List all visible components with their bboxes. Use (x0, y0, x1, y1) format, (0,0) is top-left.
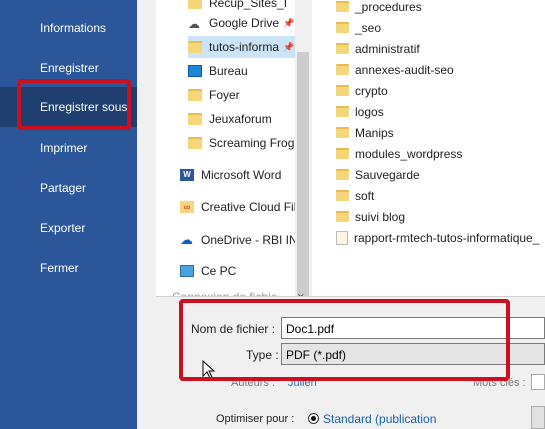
folder-icon (336, 22, 349, 33)
file-item-label: annexes-audit-seo (355, 62, 454, 77)
folder-icon (188, 0, 202, 9)
folder-icon (336, 127, 349, 138)
file-item[interactable]: crypto (336, 80, 388, 101)
menu-partager[interactable]: Partager (0, 168, 137, 208)
nav-item-jeuxaforum[interactable]: Jeuxaforum (188, 108, 295, 130)
nav-item-creative-cloud[interactable]: ∞ Creative Cloud Fil (180, 196, 295, 218)
folder-icon (336, 106, 349, 117)
nav-item-label: Jeuxaforum (209, 112, 272, 126)
pin-icon: 📌 (283, 41, 295, 52)
file-item[interactable]: suivi blog (336, 206, 405, 227)
folder-icon (336, 169, 349, 180)
file-item[interactable]: soft (336, 185, 374, 206)
navigation-pane: Recup_Sites_I ☁ Google Drive 📌 tutos-inf… (156, 0, 295, 298)
file-item-label: suivi blog (355, 209, 406, 224)
file-item-label: soft (355, 188, 375, 203)
folder-icon (188, 137, 202, 149)
nav-item-onedrive[interactable]: ☁ OneDrive - RBI INI (180, 229, 295, 251)
nav-item-label: Creative Cloud Fil (201, 200, 295, 214)
file-item[interactable]: Sauvegarde (336, 164, 420, 185)
folder-icon (336, 1, 349, 12)
backstage-panel: Informations Enregistrer Enregistrer sou… (0, 0, 137, 429)
menu-fermer[interactable]: Fermer (0, 248, 137, 288)
nav-item-label: OneDrive - RBI INI (201, 233, 295, 247)
nav-item-foyer[interactable]: Foyer (188, 84, 295, 106)
nav-item-label: Screaming Frog (209, 136, 295, 150)
folder-icon (188, 89, 202, 101)
file-item[interactable]: administratif (336, 38, 420, 59)
highlight-box-save-as (17, 79, 131, 130)
folder-icon (336, 190, 349, 201)
file-item[interactable]: _seo (336, 17, 381, 38)
optimize-label: Optimiser pour : (216, 413, 295, 425)
file-item-label: rapport-rmtech-tutos-informatique_ (354, 230, 540, 245)
optimize-standard-radio[interactable] (308, 413, 319, 424)
options-button[interactable] (531, 406, 545, 429)
divider (156, 296, 545, 297)
file-item-label: Sauvegarde (355, 167, 420, 182)
menu-partager-label: Partager (40, 181, 87, 195)
file-item[interactable]: Manips (336, 122, 394, 143)
nav-item-microsoft-word[interactable]: W Microsoft Word (180, 164, 295, 186)
nav-item-tutos-informatique[interactable]: tutos-informa 📌 (188, 36, 295, 58)
nav-item-bureau[interactable]: Bureau (188, 60, 295, 82)
folder-icon (188, 41, 202, 53)
desktop-icon (188, 65, 202, 77)
menu-exporter[interactable]: Exporter (0, 208, 137, 248)
pc-icon (180, 265, 194, 277)
file-item-label: administratif (355, 41, 420, 56)
file-item-label: modules_wordpress (355, 146, 463, 161)
file-item[interactable]: annexes-audit-seo (336, 59, 454, 80)
menu-informations[interactable]: Informations (0, 8, 137, 48)
file-item-pdf[interactable]: rapport-rmtech-tutos-informatique_ (336, 227, 539, 248)
nav-item-google-drive[interactable]: ☁ Google Drive 📌 (188, 12, 295, 34)
file-item[interactable]: logos (336, 101, 384, 122)
nav-item-label: Foyer (209, 88, 240, 102)
nav-item-label: Recup_Sites_I (209, 0, 288, 10)
folder-icon (336, 148, 349, 159)
nav-item-label: Bureau (209, 64, 248, 78)
nav-item-label: Ce PC (201, 264, 237, 278)
folder-icon (336, 64, 349, 75)
folder-icon (336, 43, 349, 54)
file-item-label: _seo (355, 20, 382, 35)
optimize-standard-label[interactable]: Standard (publication (323, 412, 436, 426)
folder-icon (188, 113, 202, 125)
menu-informations-label: Informations (40, 21, 107, 35)
nav-item-screaming-frog[interactable]: Screaming Frog (188, 132, 295, 154)
highlight-box-filename-type (179, 299, 510, 381)
menu-imprimer[interactable]: Imprimer (0, 128, 137, 168)
file-item-label: Manips (355, 125, 394, 140)
word-icon: W (180, 169, 194, 181)
menu-fermer-label: Fermer (40, 261, 79, 275)
tags-input[interactable] (531, 374, 545, 390)
file-item[interactable]: modules_wordpress (336, 143, 462, 164)
file-list: _procedures _seo administratif annexes-a… (312, 0, 545, 296)
pin-icon: 📌 (283, 17, 295, 28)
folder-icon (336, 211, 349, 222)
nav-item-label: Microsoft Word (201, 168, 282, 182)
menu-enregistrer-label: Enregistrer (40, 61, 99, 75)
nav-item-ce-pc[interactable]: Ce PC (180, 260, 295, 282)
nav-item-label: tutos-informa (209, 40, 280, 54)
creative-cloud-icon: ∞ (180, 201, 194, 213)
onedrive-icon: ☁ (180, 232, 193, 247)
file-item[interactable]: _procedures (336, 0, 422, 17)
file-item-label: _procedures (355, 0, 422, 14)
menu-exporter-label: Exporter (40, 221, 86, 235)
menu-imprimer-label: Imprimer (40, 141, 88, 155)
scrollbar-thumb[interactable] (297, 52, 309, 296)
file-item-label: logos (355, 104, 384, 119)
folder-icon (336, 85, 349, 96)
cloud-icon: ☁ (188, 17, 200, 31)
nav-item-label: Google Drive (209, 16, 280, 30)
pdf-file-icon (336, 230, 348, 245)
file-item-label: crypto (355, 83, 388, 98)
